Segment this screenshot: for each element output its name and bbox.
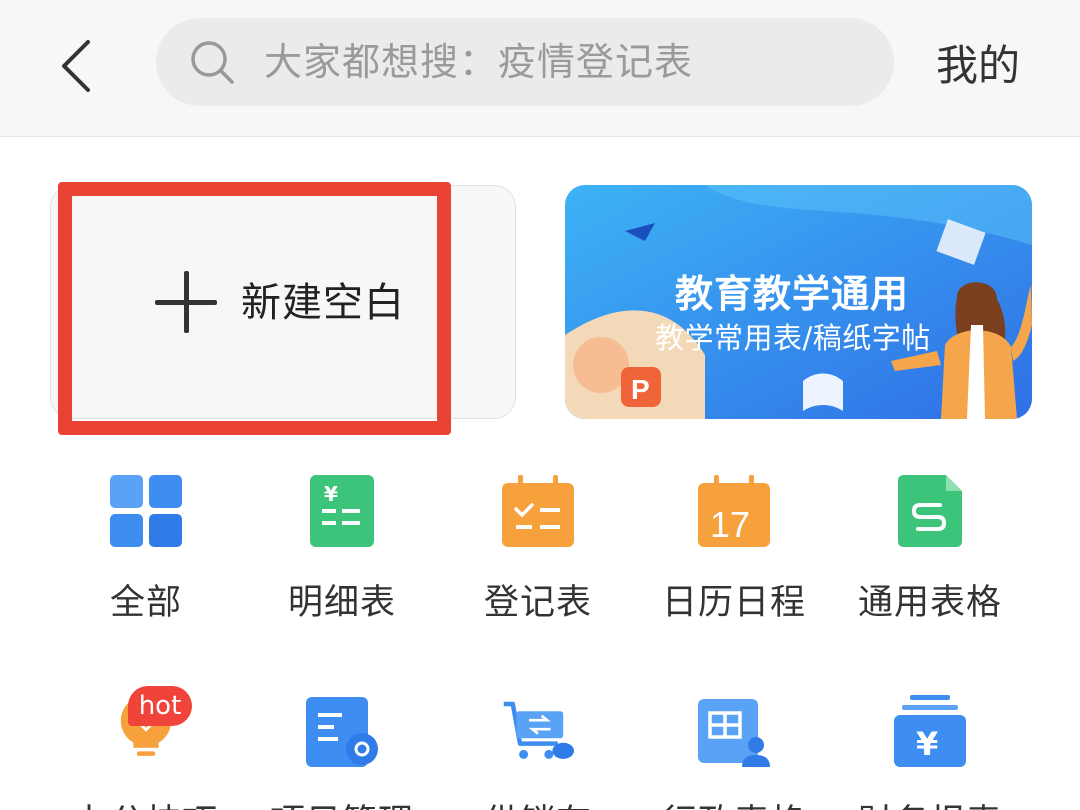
svg-text:P: P [631, 374, 650, 405]
category-all[interactable]: 全部 [51, 470, 241, 630]
cart-icon [503, 701, 574, 759]
category-label: 登记表 [483, 583, 592, 623]
category-label: 全部 [109, 583, 182, 623]
mine-button[interactable]: 我的 [936, 0, 1020, 132]
admin-icon [698, 699, 770, 767]
category-calendar[interactable]: 17 日历日程 [639, 470, 829, 630]
category-admin[interactable]: 行政表格 [639, 690, 829, 810]
top-bar: 大家都想搜：疫情登记表 我的 [0, 0, 1080, 137]
category-label: 供销存 [443, 794, 633, 810]
back-icon[interactable] [52, 36, 102, 96]
category-supply[interactable]: 供销存 [443, 690, 633, 810]
category-detail-table[interactable]: ¥ 明细表 [247, 470, 437, 630]
svg-text:¥: ¥ [324, 482, 338, 506]
category-finance[interactable]: ¥ 财务报表 [835, 690, 1025, 810]
search-icon [191, 41, 234, 84]
category-label: 通用表格 [857, 583, 1002, 623]
grid-icon [110, 475, 182, 547]
search-placeholder: 大家都想搜：疫情登记表 [264, 40, 694, 84]
spreadsheet-icon [898, 475, 962, 547]
category-register[interactable]: 登记表 [443, 470, 633, 630]
category-label: 日历日程 [661, 583, 806, 623]
finance-icon: ¥ [894, 695, 966, 767]
svg-text:¥: ¥ [916, 725, 938, 763]
category-project[interactable]: 项目管理 [247, 690, 437, 810]
highlight-box [58, 182, 451, 435]
banner-title: 教育教学通用 [675, 272, 910, 316]
calendar-day-text: 17 [710, 504, 750, 545]
category-label: 项目管理 [247, 794, 437, 810]
hot-badge: hot [128, 686, 192, 726]
category-label: 财务报表 [835, 794, 1025, 810]
category-label: 办公技巧 [51, 794, 241, 810]
project-icon [306, 697, 378, 767]
search-input[interactable]: 大家都想搜：疫情登记表 [156, 18, 894, 106]
category-label: 行政表格 [639, 794, 829, 810]
register-icon [502, 475, 574, 547]
category-general-table[interactable]: 通用表格 [835, 470, 1025, 630]
category-label: 明细表 [287, 583, 396, 623]
banner-subtitle: 教学常用表/稿纸字帖 [655, 321, 931, 355]
education-banner[interactable]: P 教育教学通用 教学常用表/稿纸字帖 [565, 185, 1032, 419]
calendar-icon: 17 [698, 475, 770, 547]
ledger-icon: ¥ [310, 475, 374, 547]
